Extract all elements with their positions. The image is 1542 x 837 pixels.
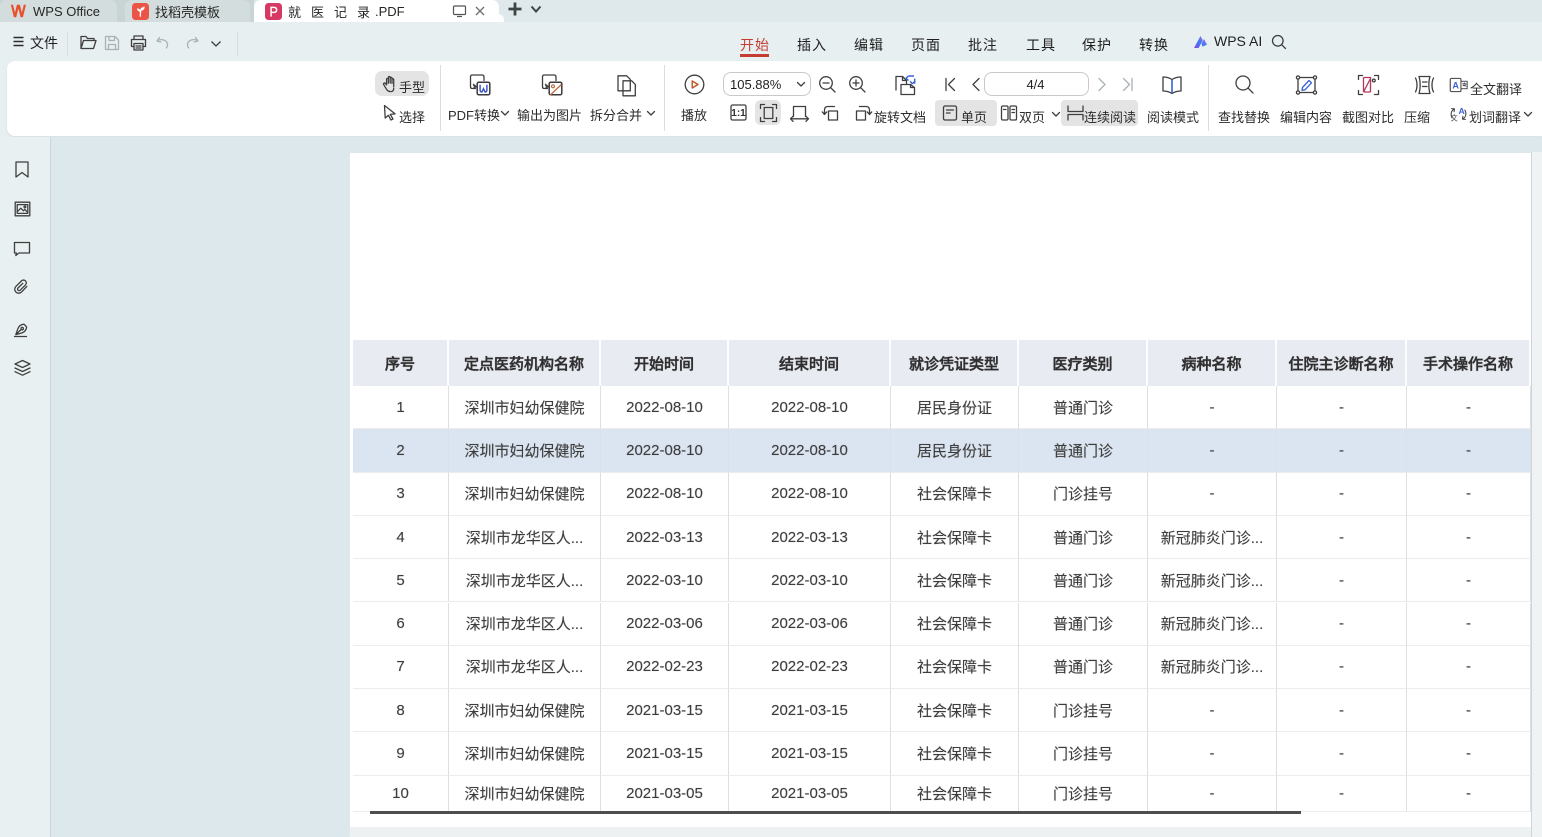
svg-text:文: 文 [1451,113,1458,122]
svg-text:A: A [1452,80,1459,90]
svg-text:1:1: 1:1 [731,108,746,119]
svg-text:A: A [1459,106,1466,116]
